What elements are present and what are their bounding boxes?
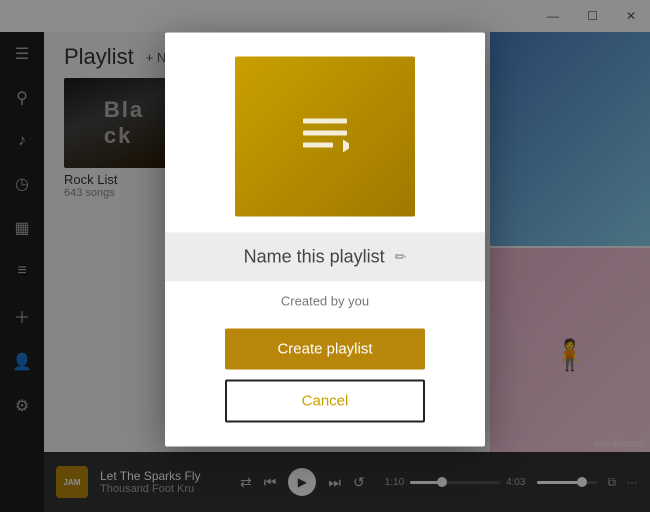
- modal-playlist-art: [235, 56, 415, 216]
- modal-name-row: Name this playlist ✏: [165, 232, 485, 281]
- modal-sub-label: Created by you: [281, 293, 369, 308]
- edit-name-icon[interactable]: ✏: [395, 248, 407, 265]
- create-playlist-button[interactable]: Create playlist: [225, 328, 425, 369]
- playlist-icon: [301, 112, 349, 160]
- create-playlist-modal: Name this playlist ✏ Created by you Crea…: [165, 32, 485, 446]
- cancel-button[interactable]: Cancel: [225, 379, 425, 422]
- playlist-name-label: Name this playlist: [244, 246, 385, 267]
